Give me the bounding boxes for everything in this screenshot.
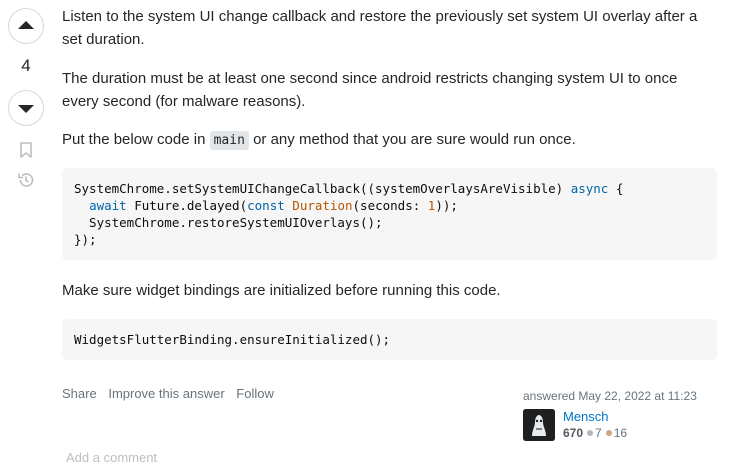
user-stats: 670 7 16: [563, 426, 627, 440]
code-keyword: async: [570, 181, 609, 196]
upvote-button[interactable]: [8, 8, 44, 44]
answer-paragraph: Put the below code in main or any method…: [62, 129, 717, 153]
inline-code: main: [209, 131, 249, 150]
avatar-image-icon: [523, 409, 555, 441]
bronze-badge-count: 16: [613, 426, 628, 440]
code-text: SystemChrome.restoreSystemUIOverlays();: [74, 215, 383, 230]
code-block: SystemChrome.setSystemUIChangeCallback((…: [62, 168, 717, 260]
code-block: WidgetsFlutterBinding.ensureInitialized(…: [62, 319, 717, 360]
silver-badge-count: 7: [595, 426, 602, 440]
user-details: Mensch 670 7 16: [563, 409, 627, 441]
code-text: SystemChrome.setSystemUIChangeCallback((…: [74, 181, 571, 196]
avatar[interactable]: [523, 409, 555, 441]
improve-answer-link[interactable]: Improve this answer: [108, 386, 224, 401]
timeline-button[interactable]: [16, 170, 36, 190]
add-comment-link[interactable]: Add a comment: [66, 450, 157, 465]
follow-link[interactable]: Follow: [236, 386, 274, 401]
answered-timestamp[interactable]: May 22, 2022 at 11:23: [578, 389, 697, 403]
vote-count: 4: [21, 56, 31, 75]
downvote-button[interactable]: [8, 90, 44, 126]
answer-paragraph: Listen to the system UI change callback …: [62, 8, 698, 48]
code-text: WidgetsFlutterBinding.ensureInitialized(…: [74, 332, 391, 347]
code-text: (seconds:: [352, 198, 428, 213]
code-keyword: const: [247, 198, 285, 213]
share-link[interactable]: Share: [62, 386, 97, 401]
user-name-link[interactable]: Mensch: [563, 409, 627, 424]
user-signature: answered May 22, 2022 at 11:23 Mensch 67…: [523, 389, 723, 441]
code-text: });: [74, 232, 97, 247]
answer-paragraph: Make sure widget bindings are initialize…: [62, 282, 501, 299]
answer-paragraph: The duration must be at least one second…: [62, 70, 678, 110]
text-span: Put the below code in: [62, 131, 210, 148]
answered-label: answered: [523, 389, 579, 403]
code-text: {: [608, 181, 624, 196]
reputation-score: 670: [563, 426, 584, 440]
history-icon: [18, 173, 34, 187]
text-span: or any method that you are sure would ru…: [248, 131, 576, 148]
answered-time: answered May 22, 2022 at 11:23: [523, 389, 723, 403]
user-info: Mensch 670 7 16: [523, 409, 627, 441]
post-menu: Share Improve this answer Follow: [62, 386, 282, 401]
down-arrow-icon: [18, 105, 34, 113]
silver-badge-icon: [587, 430, 594, 437]
bronze-badge-icon: [605, 430, 612, 437]
bookmark-icon: [20, 142, 32, 158]
code-text: Future.delayed(: [126, 198, 248, 213]
code-type: Duration: [292, 198, 353, 213]
bookmark-button[interactable]: [16, 140, 36, 160]
code-text: ));: [435, 198, 458, 213]
up-arrow-icon: [18, 21, 34, 29]
code-keyword: await: [89, 198, 127, 213]
